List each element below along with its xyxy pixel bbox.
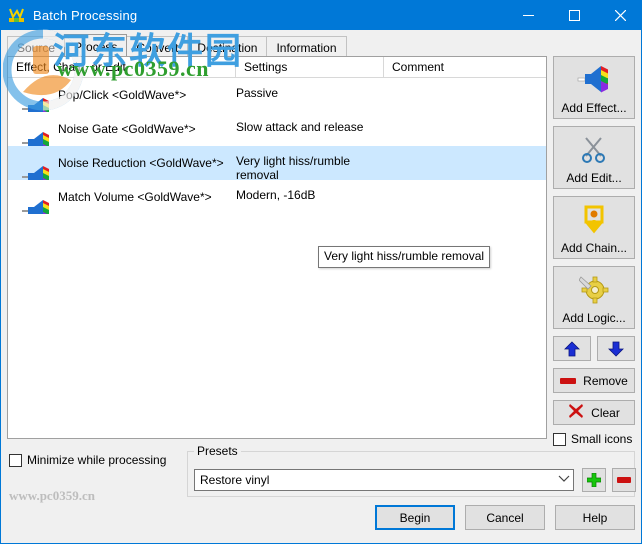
tab-destination-label: Destination [197,41,258,55]
row-effect-name: Match Volume <GoldWave*> [58,190,212,204]
tab-destination[interactable]: Destination [187,36,268,56]
row-effect-cell: Match Volume <GoldWave*> [8,180,236,214]
table-row[interactable]: Noise Gate <GoldWave*> Slow attack and r… [8,112,546,146]
tab-process[interactable]: Process [64,34,128,56]
add-edit-button[interactable]: Add Edit... [553,126,635,189]
column-header-settings[interactable]: Settings [236,57,384,77]
row-effect-cell: Pop/Click <GoldWave*> [8,78,236,112]
add-preset-button[interactable] [582,468,606,492]
cancel-label: Cancel [486,510,524,525]
effects-list-header: Effect, Chain, or Edit Settings Comment [8,57,546,78]
row-effect-name: Noise Gate <GoldWave*> [58,122,196,136]
scissors-icon [579,127,609,171]
row-effect-cell: Noise Reduction <GoldWave*> [8,146,236,180]
process-tab-page: Effect, Chain, or Edit Settings Comment [7,56,637,446]
row-comment-cell [384,78,546,86]
add-logic-label: Add Logic... [562,311,626,325]
row-settings-cell: Very light hiss/rumble removal [236,154,351,182]
gear-icon [579,267,609,311]
minimize-while-processing-checkbox[interactable]: Minimize while processing [9,453,166,467]
help-button[interactable]: Help [555,505,635,530]
clear-label: Clear [591,405,620,420]
row-settings-cell: Slow attack and release [236,120,364,134]
tab-convert[interactable]: Convert [126,36,189,56]
begin-label: Begin [399,510,431,525]
table-row[interactable]: Pop/Click <GoldWave*> Passive [8,78,546,112]
tab-information[interactable]: Information [266,36,347,56]
remove-button[interactable]: Remove [553,368,635,393]
window-controls [505,0,641,30]
speaker-effect-icon [22,82,52,112]
tooltip: Very light hiss/rumble removal [318,246,491,268]
dialog-buttons: Begin Cancel Help [375,505,635,530]
row-comment-cell [384,112,546,120]
tab-convert-label: Convert [136,41,179,55]
dialog-footer: Minimize while processing Presets Restor… [1,443,641,543]
add-effect-button[interactable]: Add Effect... [553,56,635,119]
minimize-while-processing-label: Minimize while processing [27,453,167,467]
help-label: Help [582,510,608,525]
tab-information-label: Information [276,41,337,55]
add-logic-button[interactable]: Add Logic... [553,266,635,329]
add-effect-label: Add Effect... [561,101,627,115]
cancel-button[interactable]: Cancel [465,505,545,530]
reorder-buttons [553,336,637,361]
remove-preset-button[interactable] [612,468,636,492]
speaker-effect-icon [22,116,52,146]
arrow-down-icon [608,341,624,357]
add-chain-label: Add Chain... [560,241,628,255]
remove-label: Remove [583,373,628,388]
maximize-button[interactable] [551,0,597,30]
checkbox-box [9,453,22,467]
window-title: Batch Processing [33,7,138,23]
arrow-up-icon [564,340,580,356]
add-edit-label: Add Edit... [566,171,622,185]
move-down-button[interactable] [597,336,635,361]
minus-red-icon [560,374,577,388]
chain-node-icon [579,197,609,241]
row-comment-cell [384,146,546,154]
tab-source[interactable]: Source [7,36,66,56]
actions-panel: Add Effect... Add Edit... Add Chain... A… [553,56,637,446]
move-up-button[interactable] [553,336,591,361]
column-header-effect[interactable]: Effect, Chain, or Edit [8,57,236,77]
goldwave-logo-icon [9,7,25,23]
begin-button[interactable]: Begin [375,505,455,530]
plus-green-icon [587,473,601,487]
row-effect-name: Noise Reduction <GoldWave*> [58,156,224,170]
preset-value: Restore vinyl [200,473,270,487]
minimize-button[interactable] [505,0,551,30]
minus-red-icon [617,477,631,483]
row-effect-cell: Noise Gate <GoldWave*> [8,112,236,146]
tab-source-label: Source [17,41,56,55]
preset-combobox[interactable]: Restore vinyl [194,469,574,491]
close-button[interactable] [597,0,641,30]
tab-process-label: Process [74,40,118,54]
tab-strip: Source Process Convert Destination Infor… [7,34,347,56]
x-red-icon [568,403,584,422]
batch-processing-window: Batch Processing Source Process Convert … [0,0,642,544]
column-header-comment[interactable]: Comment [384,57,546,77]
table-row-selected[interactable]: Noise Reduction <GoldWave*> Very light h… [8,146,546,182]
presets-legend: Presets [194,444,241,458]
speaker-effect-icon [22,150,52,180]
speaker-effect-icon [22,184,52,214]
title-bar: Batch Processing [1,0,641,30]
table-row[interactable]: Match Volume <GoldWave*> Modern, -16dB [8,180,546,214]
speaker-effect-icon [577,57,611,101]
add-chain-button[interactable]: Add Chain... [553,196,635,259]
row-settings-cell: Modern, -16dB [236,188,316,202]
row-comment-cell [384,180,546,188]
row-settings-cell: Passive [236,86,279,100]
chevron-down-icon[interactable] [555,474,573,486]
clear-button[interactable]: Clear [553,400,635,425]
row-effect-name: Pop/Click <GoldWave*> [58,88,187,102]
presets-group: Presets Restore vinyl [187,444,636,497]
